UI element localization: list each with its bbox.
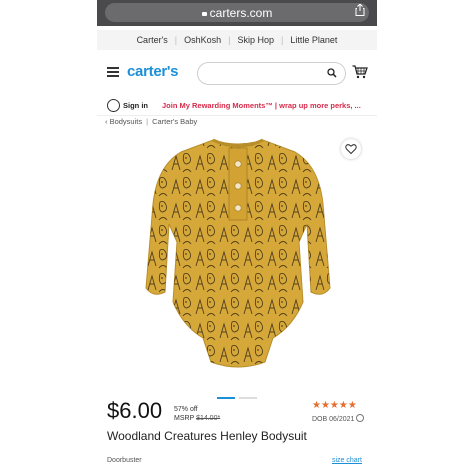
url-text: carters.com bbox=[209, 6, 273, 20]
heart-icon bbox=[345, 144, 357, 155]
msrp-label: MSRP bbox=[174, 415, 195, 422]
dob-text: DOB 06/2021 bbox=[312, 416, 355, 423]
search-icon[interactable] bbox=[327, 68, 337, 78]
product-image-carousel[interactable] bbox=[97, 126, 377, 382]
carters-logo[interactable]: carter's bbox=[127, 63, 179, 80]
rating-stars[interactable]: ★★★★★ bbox=[312, 400, 357, 411]
mobile-browser: carters.com Carter's | OshKosh | Skip Hop |… bbox=[97, 0, 377, 474]
brand-nav: Carter's | OshKosh | Skip Hop | Little Plan… bbox=[97, 30, 377, 50]
product-image bbox=[145, 138, 331, 368]
discount-percent: 57% off bbox=[174, 406, 198, 413]
cart-icon[interactable] bbox=[352, 65, 368, 79]
brand-link[interactable]: OshKosh bbox=[184, 35, 221, 45]
promo-banner: Sign in Join My Rewarding Moments™ | wra… bbox=[97, 95, 377, 116]
msrp-price: $14.00* bbox=[196, 415, 221, 422]
carousel-dot[interactable] bbox=[239, 397, 257, 399]
breadcrumb-back-link[interactable]: ‹ Bodysuits bbox=[105, 117, 142, 126]
dob-info: DOB 06/2021 bbox=[312, 414, 365, 423]
sale-price: $6.00 bbox=[107, 398, 163, 423]
url-field[interactable]: carters.com bbox=[105, 3, 369, 22]
carousel-dot[interactable] bbox=[217, 397, 235, 399]
breadcrumb: ‹ Bodysuits | Carter's Baby bbox=[105, 117, 198, 126]
product-tag: Doorbuster bbox=[107, 457, 142, 464]
discount-info: 57% off MSRP $14.00* bbox=[174, 405, 220, 423]
brand-link[interactable]: Little Planet bbox=[290, 35, 337, 45]
site-header: carter's bbox=[97, 55, 377, 91]
favorite-button[interactable] bbox=[341, 139, 361, 159]
size-chart-link[interactable]: size chart bbox=[332, 457, 362, 464]
product-title: Woodland Creatures Henley Bodysuit bbox=[107, 429, 307, 443]
signin-link[interactable]: Sign in bbox=[123, 101, 148, 110]
browser-address-bar: carters.com bbox=[97, 0, 377, 26]
brand-link[interactable]: Skip Hop bbox=[238, 35, 275, 45]
share-icon[interactable] bbox=[355, 4, 365, 16]
brand-link[interactable]: Carter's bbox=[137, 35, 168, 45]
lock-icon bbox=[201, 12, 207, 16]
search-input[interactable] bbox=[197, 62, 346, 85]
user-icon[interactable] bbox=[107, 98, 120, 112]
hamburger-menu-icon[interactable] bbox=[107, 67, 119, 77]
info-icon[interactable] bbox=[356, 414, 365, 422]
rewards-promo-link[interactable]: Join My Rewarding Moments™ | wrap up mor… bbox=[162, 101, 361, 110]
breadcrumb-current[interactable]: Carter's Baby bbox=[152, 117, 197, 126]
